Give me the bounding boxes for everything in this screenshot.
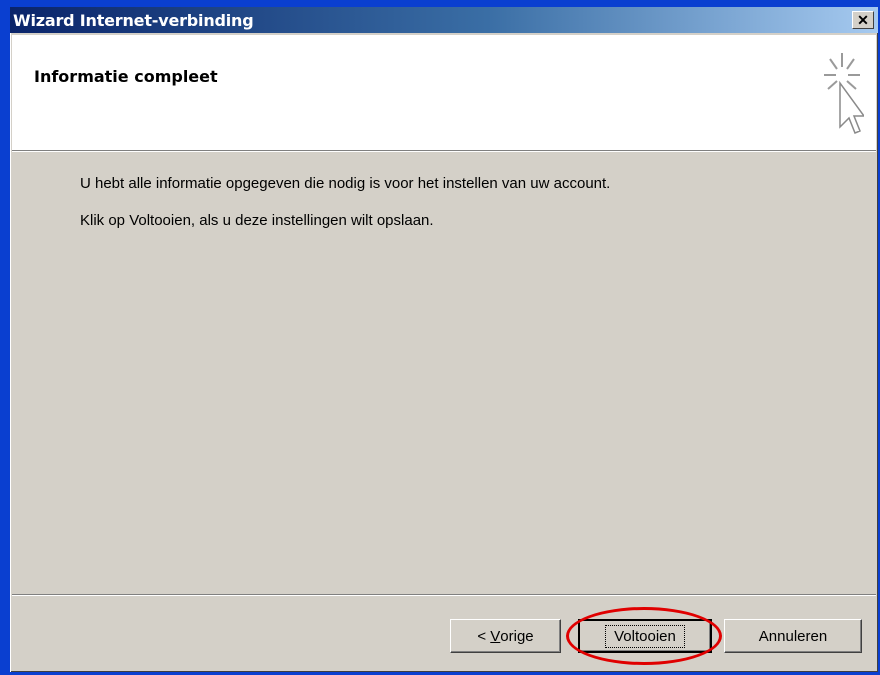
- info-text-line1: U hebt alle informatie opgegeven die nod…: [80, 175, 611, 192]
- back-button-prefix: <: [477, 627, 491, 645]
- wizard-cursor-icon: [824, 53, 864, 134]
- info-text-line2: Klik op Voltooien, als u deze instelling…: [80, 212, 434, 229]
- close-button[interactable]: ✕: [852, 11, 874, 29]
- back-button[interactable]: < Vorige: [450, 619, 561, 653]
- footer-separator: [12, 594, 876, 596]
- wizard-header: Informatie compleet: [12, 35, 876, 151]
- window-title: Wizard Internet-verbinding: [13, 11, 254, 30]
- title-bar[interactable]: Wizard Internet-verbinding ✕: [10, 7, 878, 33]
- wizard-dialog: Wizard Internet-verbinding ✕ Informatie …: [10, 7, 878, 672]
- cancel-button-label: Annuleren: [758, 627, 828, 645]
- cancel-button[interactable]: Annuleren: [724, 619, 862, 653]
- page-title: Informatie compleet: [34, 67, 218, 86]
- finish-button[interactable]: Voltooien: [578, 619, 712, 653]
- close-icon: ✕: [857, 11, 869, 28]
- finish-button-label: Voltooien: [605, 624, 685, 648]
- back-button-label: orige: [500, 627, 534, 645]
- back-button-mnemonic: V: [490, 627, 501, 645]
